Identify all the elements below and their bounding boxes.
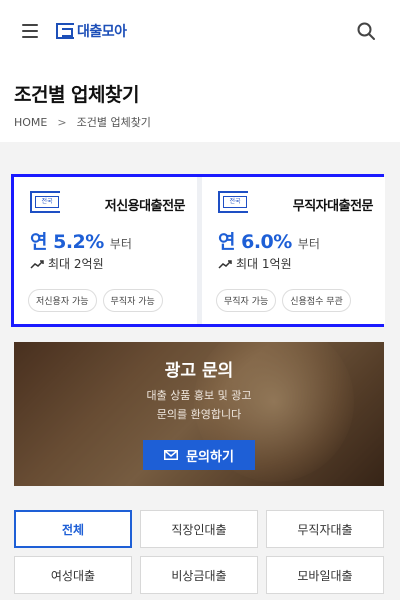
- filter-women-loan[interactable]: 여성대출: [14, 556, 132, 594]
- rate-suffix: 부터: [109, 237, 132, 251]
- rate: 연 5.2% 부터: [30, 227, 132, 254]
- rate: 연 6.0% 부터: [218, 227, 320, 254]
- nationwide-badge-icon: 전국: [218, 191, 248, 213]
- hamburger-menu-icon[interactable]: [22, 22, 40, 40]
- loan-limit: 최대 2억원: [30, 255, 104, 272]
- logo-mark-icon: [56, 23, 74, 39]
- loan-limit: 최대 1억원: [218, 255, 292, 272]
- nationwide-badge-icon: 전국: [30, 191, 60, 213]
- trend-up-icon: [30, 259, 44, 269]
- rate-suffix: 부터: [297, 237, 320, 251]
- card-name: 저신용대출전문: [104, 199, 186, 214]
- banner-description: 대출 상품 홍보 및 광고 문의를 환영합니다: [14, 386, 384, 424]
- ad-inquiry-banner: 광고 문의 대출 상품 홍보 및 광고 문의를 환영합니다 문의하기: [14, 342, 384, 486]
- inquiry-button-label: 문의하기: [186, 449, 234, 465]
- loan-limit-text: 최대 2억원: [48, 257, 104, 271]
- breadcrumb-current: 조건별 업체찾기: [76, 116, 151, 129]
- filter-emergency-loan[interactable]: 비상금대출: [140, 556, 258, 594]
- banner-line: 대출 상품 홍보 및 광고: [146, 389, 252, 402]
- rate-value: 연 6.0%: [218, 231, 292, 253]
- logo[interactable]: 대출모아: [56, 20, 127, 42]
- card-name: 무직자대출전문: [292, 199, 374, 214]
- banner-title: 광고 문의: [164, 361, 234, 381]
- banner-line: 문의를 환영합니다: [156, 408, 242, 421]
- lender-cards: 전국 저신용대출전문 연 5.2% 부터 최대 2억원 저신용자 가능 무직자 …: [11, 174, 385, 327]
- tag-list: 무직자 가능 신용점수 무관: [216, 289, 351, 312]
- tag: 저신용자 가능: [28, 289, 97, 312]
- logo-text: 대출모아: [77, 24, 127, 40]
- tag: 무직자 가능: [216, 289, 277, 312]
- breadcrumb-separator: >: [57, 115, 67, 129]
- trend-up-icon: [218, 259, 232, 269]
- app-header: 대출모아: [0, 0, 400, 62]
- loan-limit-text: 최대 1억원: [236, 257, 292, 271]
- badge-label: 전국: [35, 196, 59, 208]
- filter-mobile-loan[interactable]: 모바일대출: [266, 556, 384, 594]
- breadcrumb: HOME > 조건별 업체찾기: [14, 114, 151, 130]
- filter-employee-loan[interactable]: 직장인대출: [140, 510, 258, 548]
- search-icon[interactable]: [356, 21, 376, 41]
- lender-card[interactable]: 전국 무직자대출전문 연 6.0% 부터 최대 1억원 무직자 가능 신용점수 …: [202, 177, 385, 324]
- title-area: 조건별 업체찾기 HOME > 조건별 업체찾기: [0, 62, 400, 142]
- inquiry-button[interactable]: 문의하기: [143, 440, 255, 470]
- tag-list: 저신용자 가능 무직자 가능: [28, 289, 163, 312]
- rate-value: 연 5.2%: [30, 231, 104, 253]
- mail-icon: [164, 450, 179, 460]
- tag: 신용점수 무관: [282, 289, 351, 312]
- tag: 무직자 가능: [102, 289, 163, 312]
- filter-unemployed-loan[interactable]: 무직자대출: [266, 510, 384, 548]
- badge-label: 전국: [223, 196, 247, 208]
- page-title: 조건별 업체찾기: [14, 84, 139, 106]
- lender-card[interactable]: 전국 저신용대출전문 연 5.2% 부터 최대 2억원 저신용자 가능 무직자 …: [14, 177, 197, 324]
- breadcrumb-home[interactable]: HOME: [14, 116, 47, 129]
- filter-all[interactable]: 전체: [14, 510, 132, 548]
